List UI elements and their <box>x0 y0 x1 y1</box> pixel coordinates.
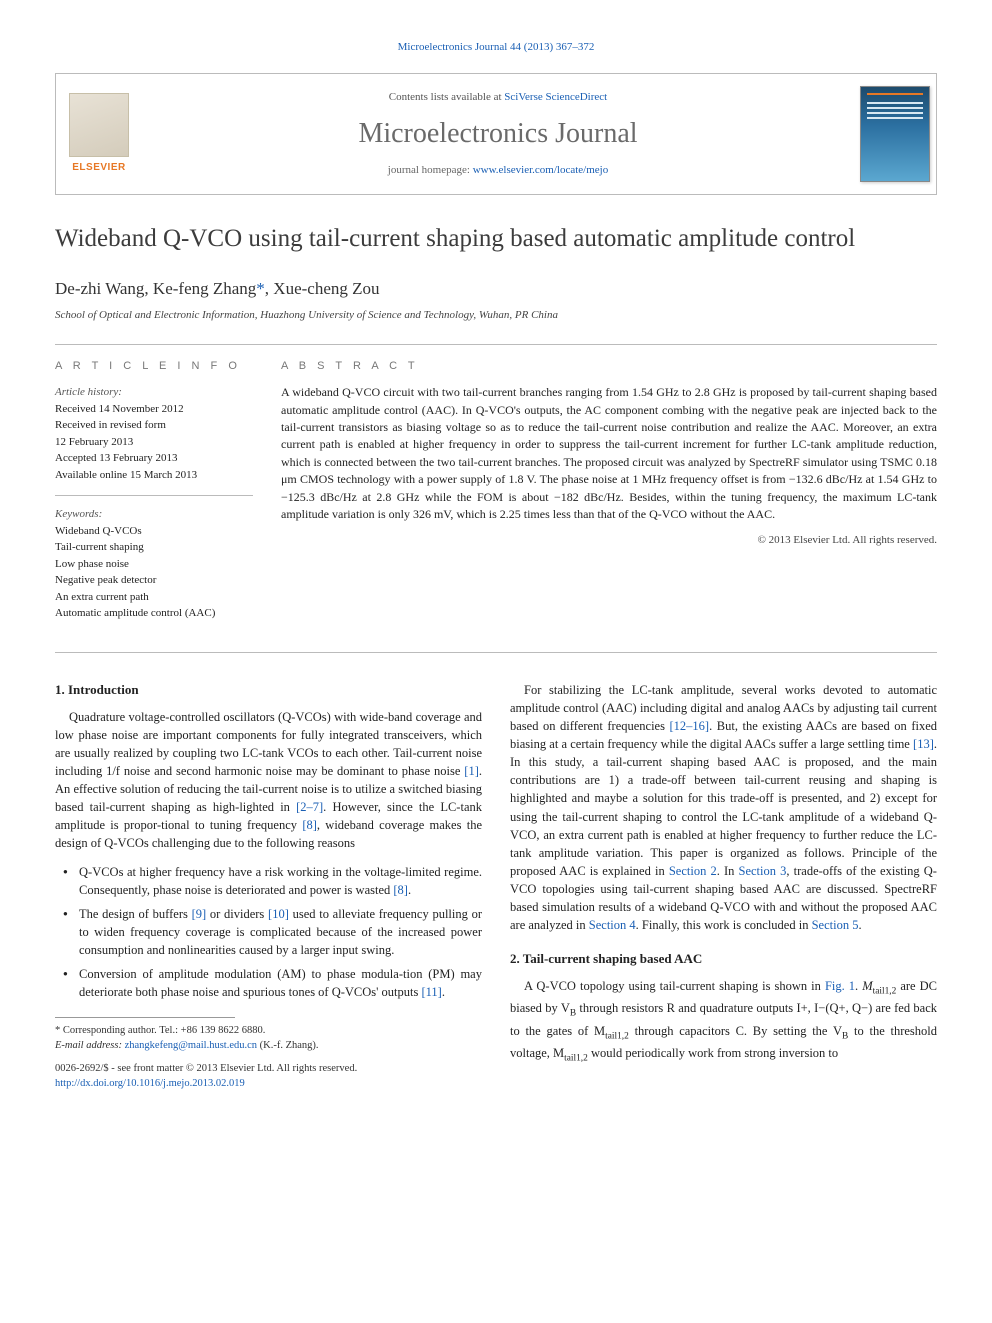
citation-link[interactable]: [13] <box>913 737 934 751</box>
corresponding-marker-link[interactable]: * <box>256 279 265 298</box>
citation-link[interactable]: [1] <box>464 764 479 778</box>
bullet-item: Conversion of amplitude modulation (AM) … <box>69 965 482 1001</box>
body-paragraph: Quadrature voltage-controlled oscillator… <box>55 708 482 853</box>
section-link[interactable]: Section 2 <box>669 864 717 878</box>
figure-link[interactable]: Fig. 1 <box>825 979 855 993</box>
section-2-heading: 2. Tail-current shaping based AAC <box>510 950 937 969</box>
article-title: Wideband Q-VCO using tail-current shapin… <box>55 223 937 254</box>
citation-link[interactable]: [2–7] <box>296 800 323 814</box>
publisher-logo: ELSEVIER <box>56 74 142 194</box>
history-label: Article history: <box>55 384 253 401</box>
abstract-copyright: © 2013 Elsevier Ltd. All rights reserved… <box>281 533 937 548</box>
journal-cover <box>854 74 936 194</box>
footnotes: * Corresponding author. Tel.: +86 139 86… <box>55 1024 482 1053</box>
citation-link[interactable]: [11] <box>421 985 441 999</box>
bullet-item: The design of buffers [9] or dividers [1… <box>69 905 482 959</box>
journal-homepage-link[interactable]: www.elsevier.com/locate/mejo <box>473 164 609 176</box>
history-line: 12 February 2013 <box>55 434 253 451</box>
doi-link[interactable]: http://dx.doi.org/10.1016/j.mejo.2013.02… <box>55 1078 245 1089</box>
sciencedirect-link[interactable]: SciVerse ScienceDirect <box>504 91 607 103</box>
keyword: An extra current path <box>55 589 253 606</box>
section-link[interactable]: Section 5 <box>812 918 859 932</box>
abstract-header: A B S T R A C T <box>281 359 937 374</box>
abstract-block: A B S T R A C T A wideband Q-VCO circuit… <box>281 359 937 634</box>
journal-name: Microelectronics Journal <box>358 114 637 153</box>
history-line: Accepted 13 February 2013 <box>55 450 253 467</box>
doi-block: 0026-2692/$ - see front matter © 2013 El… <box>55 1062 482 1091</box>
citation-link[interactable]: [8] <box>393 883 408 897</box>
keyword: Low phase noise <box>55 556 253 573</box>
keyword: Wideband Q-VCOs <box>55 523 253 540</box>
section-1-heading: 1. Introduction <box>55 681 482 700</box>
running-head: Microelectronics Journal 44 (2013) 367–3… <box>55 40 937 55</box>
corresponding-author-note: * Corresponding author. Tel.: +86 139 86… <box>55 1024 482 1039</box>
email-line: E-mail address: zhangkefeng@mail.hust.ed… <box>55 1039 482 1054</box>
journal-header: ELSEVIER Contents lists available at Sci… <box>55 73 937 195</box>
abstract-text: A wideband Q-VCO circuit with two tail-c… <box>281 384 937 523</box>
author-list: De-zhi Wang, Ke-feng Zhang*, Xue-cheng Z… <box>55 277 937 301</box>
article-info-header: A R T I C L E I N F O <box>55 359 253 374</box>
citation-link[interactable]: [12–16] <box>670 719 710 733</box>
footnote-rule <box>55 1017 235 1018</box>
article-info-sidebar: A R T I C L E I N F O Article history: R… <box>55 359 253 634</box>
issn-line: 0026-2692/$ - see front matter © 2013 El… <box>55 1062 482 1077</box>
body-paragraph: For stabilizing the LC-tank amplitude, s… <box>510 681 937 935</box>
contents-available-line: Contents lists available at SciVerse Sci… <box>389 90 607 105</box>
citation-link[interactable]: [10] <box>268 907 289 921</box>
keyword: Negative peak detector <box>55 572 253 589</box>
publisher-name: ELSEVIER <box>72 161 125 175</box>
citation-link[interactable]: [8] <box>302 818 317 832</box>
author-email-link[interactable]: zhangkefeng@mail.hust.edu.cn <box>125 1040 257 1051</box>
bullet-list: Q-VCOs at higher frequency have a risk w… <box>55 863 482 1002</box>
keyword: Automatic amplitude control (AAC) <box>55 605 253 622</box>
journal-cover-image <box>860 86 930 182</box>
article-body: 1. Introduction Quadrature voltage-contr… <box>55 681 937 1092</box>
citation-link[interactable]: [9] <box>192 907 207 921</box>
journal-homepage-line: journal homepage: www.elsevier.com/locat… <box>388 163 608 178</box>
keyword: Tail-current shaping <box>55 539 253 556</box>
history-line: Available online 15 March 2013 <box>55 467 253 484</box>
bullet-item: Q-VCOs at higher frequency have a risk w… <box>69 863 482 899</box>
history-line: Received in revised form <box>55 417 253 434</box>
section-link[interactable]: Section 4 <box>589 918 636 932</box>
body-paragraph: A Q-VCO topology using tail-current shap… <box>510 977 937 1065</box>
running-head-link[interactable]: Microelectronics Journal 44 (2013) 367–3… <box>398 41 595 53</box>
history-line: Received 14 November 2012 <box>55 401 253 418</box>
section-link[interactable]: Section 3 <box>739 864 787 878</box>
elsevier-tree-icon <box>69 93 129 157</box>
doi-line: http://dx.doi.org/10.1016/j.mejo.2013.02… <box>55 1077 482 1092</box>
keywords-label: Keywords: <box>55 506 253 523</box>
affiliation: School of Optical and Electronic Informa… <box>55 308 937 323</box>
